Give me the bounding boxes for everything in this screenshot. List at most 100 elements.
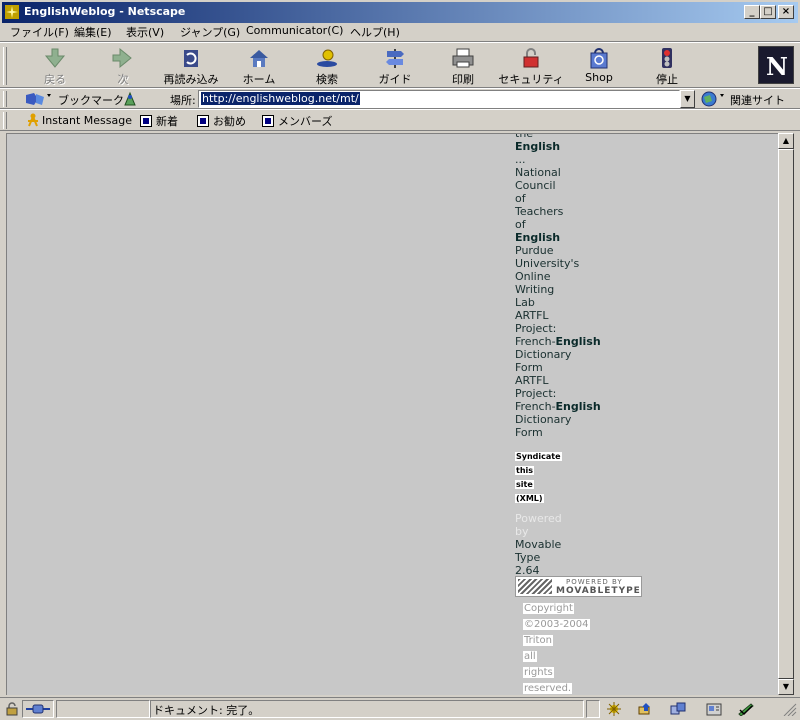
link-word[interactable]: Form [515, 426, 625, 439]
window-title: EnglishWeblog - Netscape [24, 5, 186, 18]
home-icon [250, 50, 268, 67]
bookmarks-button[interactable]: ブックマーク [58, 92, 124, 108]
menu-edit[interactable]: 編集(E) [74, 24, 112, 40]
bookmark-new-button[interactable]: 新着 [140, 113, 178, 129]
reload-button[interactable]: 再読み込み [158, 47, 224, 87]
url-input[interactable]: http://englishweblog.net/mt/ [198, 90, 680, 108]
syndicate-link-word[interactable]: (XML) [515, 492, 575, 506]
scroll-down-button[interactable]: ▼ [778, 679, 794, 695]
navigation-toolbar: 戻る 次 再読み込み ホーム 検索 ガイド 印刷 セキュリティ Shop 停止 … [0, 42, 800, 88]
guide-button[interactable]: ガイド [362, 47, 428, 87]
movable-type-logo-icon [518, 579, 552, 594]
link-word[interactable]: National [515, 166, 625, 179]
bookmark-page-icon [140, 115, 152, 127]
menu-communicator[interactable]: Communicator(C) [246, 24, 343, 37]
link-word[interactable]: French-English [515, 335, 625, 348]
resize-grip-icon[interactable] [778, 702, 798, 716]
location-toolbar: ブックマーク 場所: http://englishweblog.net/mt/ … [0, 88, 800, 109]
minimize-button[interactable]: _ [744, 5, 760, 19]
close-button[interactable]: × [778, 5, 794, 19]
bookmark-recommended-button[interactable]: お勧め [197, 113, 246, 129]
link-word[interactable]: English [515, 231, 625, 244]
menu-help[interactable]: ヘルプ(H) [350, 24, 400, 40]
toolbar-grip[interactable] [3, 91, 7, 107]
forward-button[interactable]: 次 [90, 47, 156, 87]
related-sites-icon[interactable] [700, 91, 726, 107]
search-icon [317, 49, 337, 67]
page-proxy-icon[interactable] [122, 91, 138, 107]
syndicate-link-word[interactable]: Syndicate [515, 450, 575, 464]
menu-file[interactable]: ファイル(F) [10, 24, 69, 40]
link-word[interactable]: Project: [515, 322, 625, 335]
bookmark-members-button[interactable]: メンバーズ [262, 113, 332, 129]
stop-traffic-light-icon [662, 48, 672, 68]
maximize-button[interactable]: □ [760, 5, 776, 19]
link-word[interactable]: ARTFL [515, 374, 625, 387]
status-text: ドキュメント: 完了。 [153, 704, 260, 717]
link-word[interactable]: Form [515, 361, 625, 374]
printer-icon [452, 48, 474, 68]
copyright-block: Copyright ©2003-2004 Triton all rights r… [523, 601, 590, 695]
netscape-logo[interactable]: N [758, 46, 794, 84]
copyright-text: reserved. [523, 683, 573, 694]
status-divider-pane [586, 700, 600, 718]
back-button[interactable]: 戻る [22, 47, 88, 87]
movable-type-link[interactable]: Movable [515, 538, 562, 551]
address-book-component-icon[interactable] [706, 702, 722, 716]
composer-component-icon[interactable] [738, 702, 754, 716]
print-button[interactable]: 印刷 [430, 47, 496, 87]
vertical-scrollbar[interactable]: ▲ ▼ [778, 133, 794, 695]
mail-component-icon[interactable] [638, 702, 654, 716]
padlock-icon [523, 48, 539, 68]
shop-button[interactable]: Shop [566, 47, 632, 87]
link-word[interactable]: Lab [515, 296, 625, 309]
movable-type-badge[interactable]: POWERED BY MOVABLETYPE [515, 576, 642, 597]
home-button[interactable]: ホーム [226, 47, 292, 87]
link-word[interactable]: the [515, 134, 625, 140]
stop-button[interactable]: 停止 [634, 47, 700, 87]
bookmark-page-icon [262, 115, 274, 127]
navigator-component-icon[interactable] [606, 702, 622, 716]
link-word[interactable]: of [515, 192, 625, 205]
related-sites-button[interactable]: 関連サイト [730, 92, 785, 108]
link-word[interactable]: Dictionary [515, 348, 625, 361]
scroll-up-button[interactable]: ▲ [778, 133, 794, 149]
movable-type-link[interactable]: Type [515, 551, 562, 564]
url-dropdown-button[interactable]: ▼ [680, 90, 695, 108]
link-word[interactable]: Purdue [515, 244, 625, 257]
link-word[interactable]: Writing [515, 283, 625, 296]
link-word[interactable]: ARTFL [515, 309, 625, 322]
link-word[interactable]: Dictionary [515, 413, 625, 426]
copyright-text: all [523, 651, 537, 662]
toolbar-grip[interactable] [3, 47, 7, 85]
bookmarks-icon[interactable] [24, 91, 54, 107]
powered-text: Powered [515, 512, 562, 525]
title-bar: EnglishWeblog - Netscape _ □ × [0, 0, 800, 23]
search-button[interactable]: 検索 [294, 47, 360, 87]
syndicate-link-word[interactable]: this [515, 464, 575, 478]
netscape-app-icon [5, 5, 19, 19]
menu-go[interactable]: ジャンプ(G) [180, 24, 240, 40]
link-word[interactable]: ... [515, 153, 625, 166]
back-arrow-icon [44, 48, 66, 68]
link-word[interactable]: Online [515, 270, 625, 283]
scroll-thumb[interactable] [778, 149, 794, 679]
newsgroup-component-icon[interactable] [670, 702, 686, 716]
link-word[interactable]: English [515, 140, 625, 153]
link-word[interactable]: Project: [515, 387, 625, 400]
link-word[interactable]: of [515, 218, 625, 231]
toolbar-grip[interactable] [3, 112, 7, 129]
syndicate-link-word[interactable]: site [515, 478, 575, 492]
security-lock-icon[interactable] [4, 702, 20, 716]
progress-pane [56, 700, 150, 718]
security-button[interactable]: セキュリティ [498, 47, 564, 87]
menu-view[interactable]: 表示(V) [126, 24, 164, 40]
page-content: the English... National Council of Teachers of… [6, 133, 778, 695]
link-word[interactable]: University's [515, 257, 625, 270]
instant-message-button[interactable]: Instant Message [26, 113, 132, 127]
link-word[interactable]: French-English [515, 400, 625, 413]
link-word[interactable]: Teachers [515, 205, 625, 218]
copyright-text: ©2003-2004 [523, 619, 590, 630]
link-word[interactable]: Council [515, 179, 625, 192]
status-bar: ドキュメント: 完了。 [0, 697, 800, 720]
